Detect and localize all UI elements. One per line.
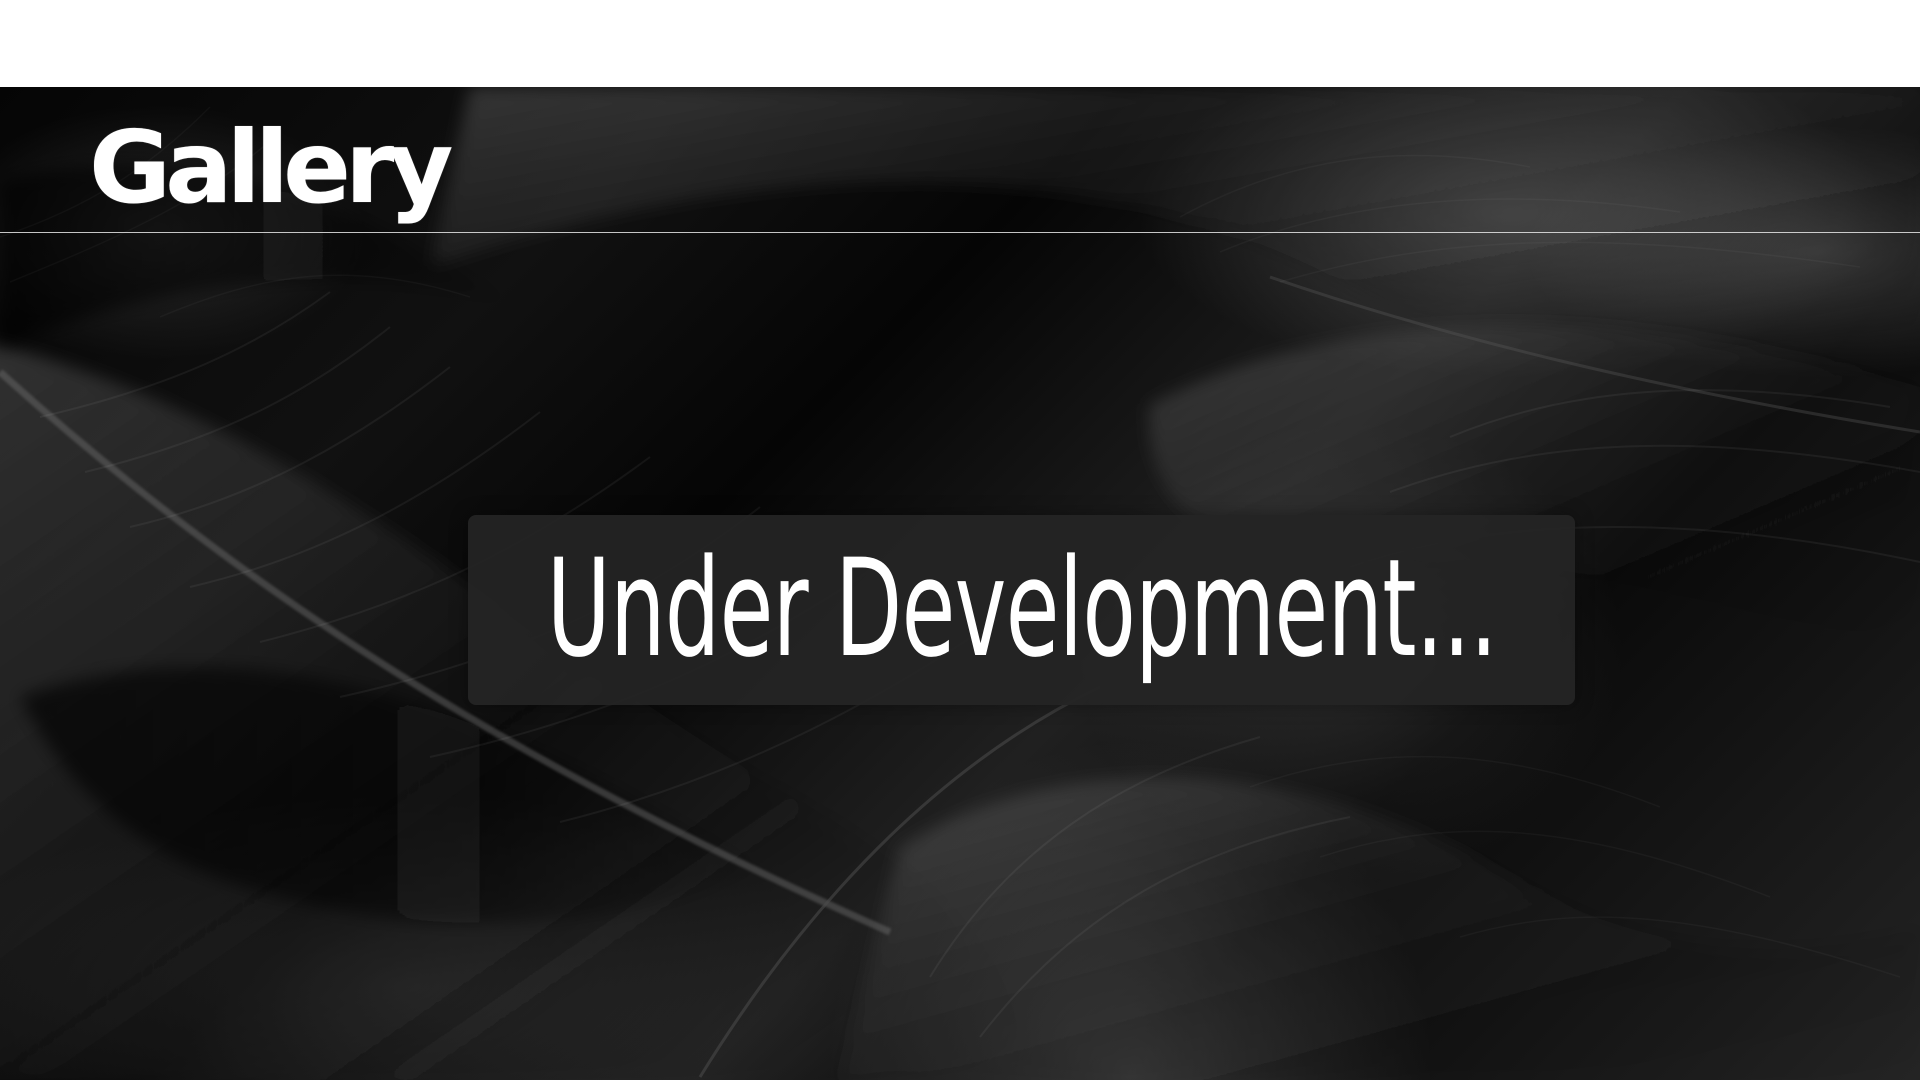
feather-shape — [430, 87, 1920, 358]
gallery-hero-section: Gallery Under Development... — [0, 87, 1920, 1080]
feather-shape — [20, 667, 760, 924]
feather-shape — [840, 777, 1920, 1080]
gallery-header: Gallery — [89, 109, 453, 227]
under-development-message: Under Development... — [546, 529, 1497, 687]
feather-rachis-line — [698, 685, 1101, 1078]
feather-rachis-line — [1269, 275, 1920, 434]
top-white-bar — [0, 0, 1920, 87]
under-development-panel: Under Development... — [468, 515, 1575, 705]
feather-shape — [0, 346, 1040, 1080]
gallery-title: Gallery — [89, 109, 453, 226]
header-divider — [0, 232, 1920, 233]
